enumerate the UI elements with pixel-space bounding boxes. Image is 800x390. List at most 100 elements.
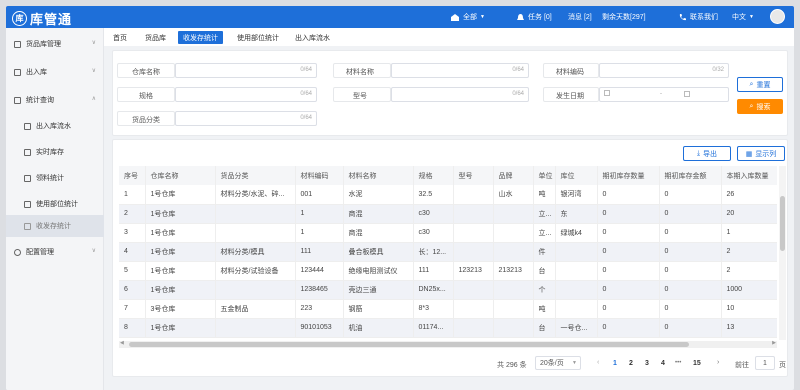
table-cell: 26: [721, 185, 777, 205]
sidebar-item-summary[interactable]: 收发存统计: [6, 215, 104, 237]
page-size-label: 20条/页: [540, 360, 564, 367]
sidebar-item-realtime-stock[interactable]: 实时库存: [6, 142, 104, 162]
column-header[interactable]: 型号: [453, 166, 494, 185]
table-row[interactable]: 4 1号仓库 材料分类/模具 111 叠合板模具 长：12... 件 0 0 2: [119, 242, 777, 262]
table-cell: 0: [597, 318, 660, 338]
tab-goods-library[interactable]: 货品库: [140, 31, 171, 44]
language-selector[interactable]: 中文 ▼: [732, 12, 754, 22]
table-cell: 1: [119, 185, 146, 205]
column-header[interactable]: 期初库存数量: [597, 166, 660, 185]
table-cell: 123444: [295, 261, 344, 281]
column-header[interactable]: 材料编码: [295, 166, 344, 185]
sidebar-item-in-out-flow[interactable]: 出入库流水: [6, 116, 104, 136]
bell-icon: [517, 13, 524, 20]
sidebar-item-in-out[interactable]: 出入库 ∨: [6, 62, 104, 82]
contact-link[interactable]: 联系我们: [678, 12, 718, 22]
sidebar-item-config[interactable]: 配置管理 ∨: [6, 242, 104, 262]
column-header[interactable]: 规格: [413, 166, 454, 185]
home-icon: [451, 13, 459, 21]
prev-page-button[interactable]: ‹: [597, 359, 599, 366]
page-button-active[interactable]: 1: [613, 360, 617, 367]
tab-summary[interactable]: 收发存统计: [178, 31, 223, 44]
page-button[interactable]: 2: [629, 360, 633, 367]
box-icon: [14, 40, 21, 48]
goto-page-input[interactable]: 1: [755, 356, 775, 370]
tab-usage-location[interactable]: 使用部位统计: [232, 31, 284, 44]
sidebar-item-material-issue[interactable]: 领料统计: [6, 168, 104, 188]
table-cell: [453, 242, 494, 262]
column-header[interactable]: 库位: [555, 166, 598, 185]
column-header[interactable]: 本期入库数量: [721, 166, 777, 185]
date-range-input[interactable]: -: [599, 87, 729, 102]
column-header[interactable]: 材料名称: [343, 166, 414, 185]
task-link[interactable]: 任务 [0]: [516, 12, 552, 22]
page-button[interactable]: 3: [645, 360, 649, 367]
column-header[interactable]: 仓库名称: [145, 166, 216, 185]
model-input[interactable]: 0/64: [391, 87, 529, 102]
task-label: 任务 [0]: [528, 14, 552, 21]
sidebar-item-statistics[interactable]: 统计查询 ∧: [6, 90, 104, 110]
table-row[interactable]: 3 1号仓库 1 商混 c30 立... 绿城k4 0 0 1: [119, 223, 777, 243]
table-row[interactable]: 7 3号仓库 五金制品 223 钢筋 8*3 吨 0 0 10: [119, 299, 777, 319]
column-header[interactable]: 单位: [533, 166, 556, 185]
app-logo[interactable]: 库 库管通: [12, 9, 72, 28]
horizontal-scroll-thumb[interactable]: [129, 342, 689, 347]
material-name-input[interactable]: 0/64: [391, 63, 529, 78]
page-ellipsis[interactable]: •••: [675, 360, 681, 366]
message-link[interactable]: 消息 [2]: [568, 12, 592, 22]
scope-selector[interactable]: 全部 ▼: [450, 12, 485, 22]
table-cell: [493, 204, 534, 224]
top-bar: 库 库管通 全部 ▼ 任务 [0] 消息 [2] 剩余天数[297] 联系我们 …: [6, 6, 794, 28]
table-cell: 吨: [533, 299, 556, 319]
vertical-scrollbar[interactable]: [779, 166, 786, 340]
table-cell: 5: [119, 261, 146, 281]
calendar-icon: [604, 90, 610, 97]
sidebar-item-label: 统计查询: [26, 97, 54, 104]
table-cell: 8: [119, 318, 146, 338]
sidebar-item-usage-location[interactable]: 使用部位统计: [6, 194, 104, 214]
table-row[interactable]: 5 1号仓库 材料分类/试验设备 123444 绝缘电阻测试仪 111 123213 2132…: [119, 261, 777, 281]
tab-in-out-flow[interactable]: 出入库流水: [290, 31, 335, 44]
next-page-button[interactable]: ›: [717, 359, 719, 366]
table-cell: 件: [533, 242, 556, 262]
category-input[interactable]: 0/64: [175, 111, 317, 126]
export-button[interactable]: ⤓ 导出: [683, 146, 731, 161]
search-button[interactable]: ⌕ 搜索: [737, 99, 783, 114]
table-cell: 10: [721, 299, 777, 319]
table-cell: 材料分类/模具: [215, 242, 296, 262]
table-cell: 一号仓...: [555, 318, 598, 338]
table-cell: 0: [659, 204, 722, 224]
column-header[interactable]: 品牌: [493, 166, 534, 185]
table-row[interactable]: 2 1号仓库 1 商混 c30 立... 东 0 0 20: [119, 204, 777, 224]
table-cell: [215, 204, 296, 224]
tab-home[interactable]: 首页: [108, 31, 132, 44]
tab-bar: 首页 货品库 收发存统计 使用部位统计 出入库流水: [104, 28, 794, 46]
table-row[interactable]: 6 1号仓库 1238465 壳边三通 DN25x... 个 0 0 1000: [119, 280, 777, 300]
horizontal-scrollbar[interactable]: ◀ ▶: [119, 340, 777, 348]
transfer-icon: [14, 68, 21, 76]
scroll-left-icon: ◀: [120, 340, 124, 346]
chevron-up-icon: ∧: [91, 96, 96, 102]
scope-label: 全部: [463, 14, 477, 21]
spec-input[interactable]: 0/64: [175, 87, 317, 102]
remaining-days: 剩余天数[297]: [602, 12, 646, 22]
avatar[interactable]: [770, 9, 785, 24]
page-button[interactable]: 4: [661, 360, 665, 367]
column-header[interactable]: 序号: [119, 166, 146, 185]
table-row[interactable]: 1 1号仓库 材料分类/水泥、碎... 001 水泥 32.5 山水吨银河湾 0 0 26: [119, 185, 777, 205]
page-button[interactable]: 15: [693, 360, 701, 367]
table-cell: [493, 318, 534, 338]
chevron-down-icon: ∨: [91, 248, 96, 254]
table-cell: [453, 204, 494, 224]
reset-button[interactable]: ⌕ 重置: [737, 77, 783, 92]
column-header[interactable]: 货品分类: [215, 166, 296, 185]
sidebar-item-goods-library[interactable]: 货品库管理 ∨: [6, 34, 104, 54]
column-header[interactable]: 期初库存金额: [659, 166, 722, 185]
warehouse-input[interactable]: 0/64: [175, 63, 317, 78]
vertical-scroll-thumb[interactable]: [780, 196, 785, 251]
table-cell: 4: [119, 242, 146, 262]
page-size-select[interactable]: 20条/页 ▼: [535, 356, 581, 370]
columns-button[interactable]: ▦ 显示列: [737, 146, 785, 161]
table-row[interactable]: 8 1号仓库 90101053 机油 01174... 台一号仓... 0 0 13: [119, 318, 777, 338]
material-code-input[interactable]: 0/32: [599, 63, 729, 78]
